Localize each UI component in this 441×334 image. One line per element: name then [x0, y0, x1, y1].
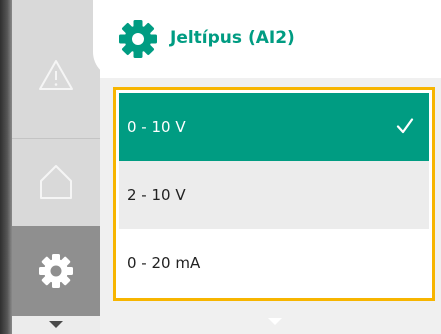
nav-item-home[interactable]: [12, 138, 100, 226]
gear-icon: [39, 254, 73, 288]
option-0-10v[interactable]: 0 - 10 V: [119, 93, 429, 161]
option-label: 2 - 10 V: [127, 186, 186, 204]
chevron-down-icon: [49, 321, 63, 328]
gear-icon: [119, 20, 157, 58]
option-label: 0 - 20 mA: [127, 254, 201, 272]
chevron-down-icon[interactable]: [268, 318, 282, 326]
option-list: 0 - 10 V 2 - 10 V 0 - 20 mA: [113, 87, 435, 301]
option-0-20ma[interactable]: 0 - 20 mA: [119, 229, 429, 297]
option-label: 0 - 10 V: [127, 118, 186, 136]
option-2-10v[interactable]: 2 - 10 V: [119, 161, 429, 229]
nav-item-settings[interactable]: [12, 226, 100, 316]
home-icon: [40, 165, 72, 199]
page-title: Jeltípus (AI2): [170, 28, 295, 48]
nav-item-warning[interactable]: [12, 30, 100, 120]
page-header: Jeltípus (AI2): [100, 0, 441, 78]
checkmark-icon: [396, 118, 414, 134]
nav-rail: [0, 0, 100, 334]
device-bezel: [0, 0, 12, 334]
nav-scroll-down[interactable]: [12, 316, 100, 334]
warning-icon: [39, 60, 73, 90]
